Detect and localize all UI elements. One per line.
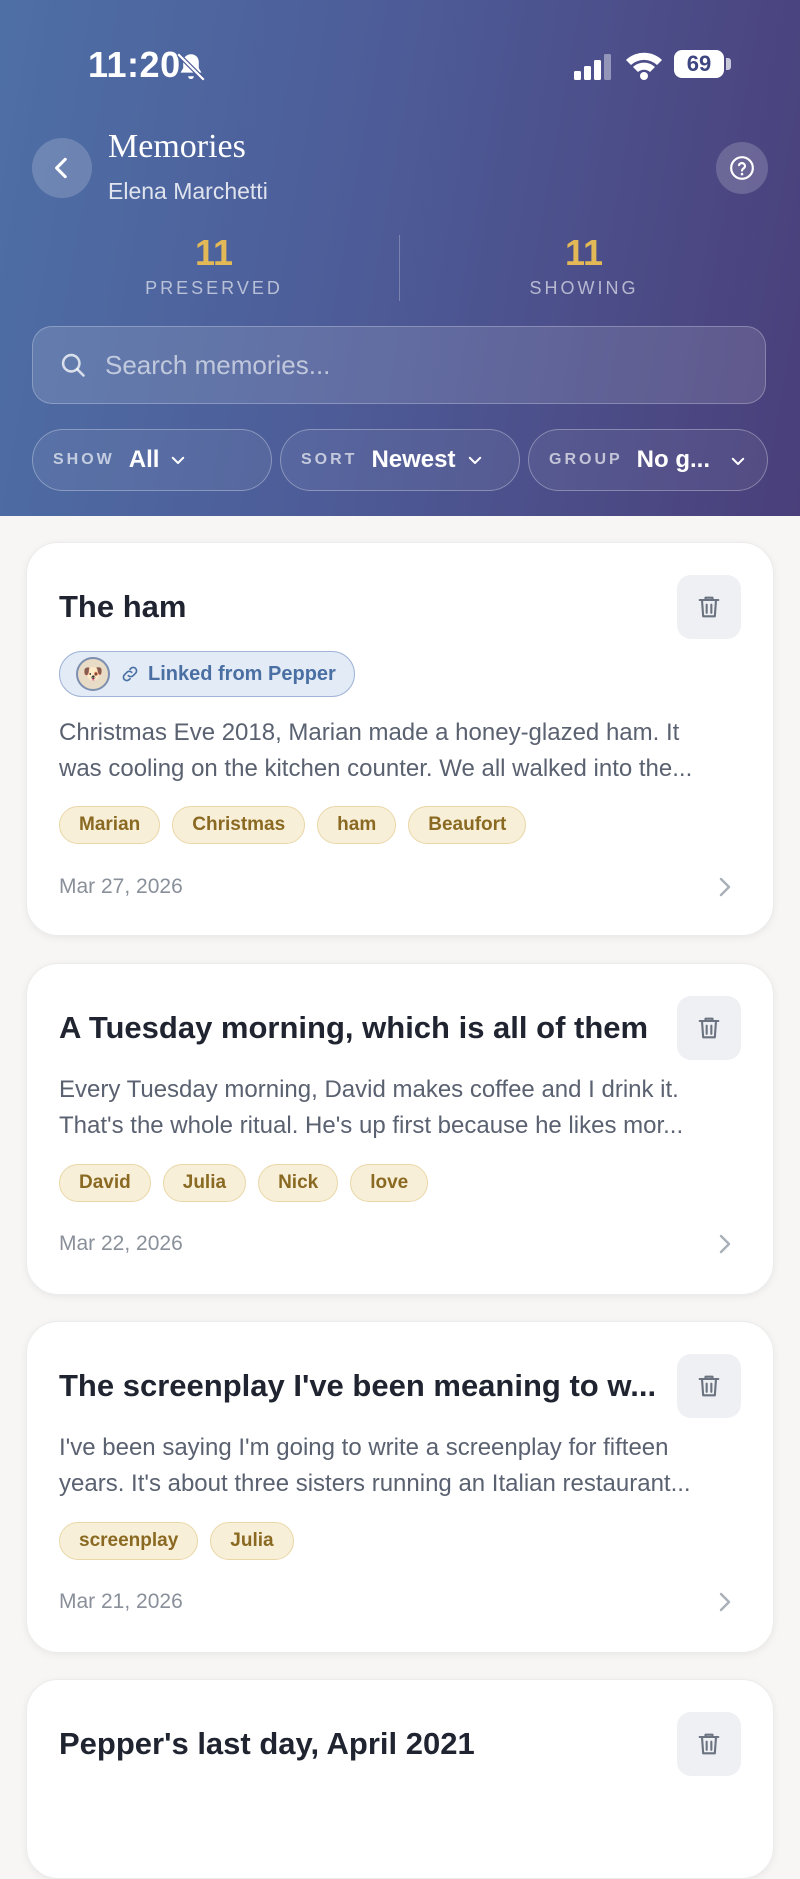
stat-preserved: 11 PRESERVED [84, 232, 344, 299]
chevron-right-icon [719, 877, 731, 897]
filter-value: No g... [636, 446, 710, 473]
memory-date: Mar 21, 2026 [59, 1590, 183, 1613]
tag[interactable]: love [350, 1164, 429, 1202]
search-input[interactable] [103, 348, 707, 382]
filter-show[interactable]: SHOW All [32, 429, 272, 491]
linked-badge[interactable]: 🐶 Linked from Pepper [59, 651, 355, 697]
status-time: 11:20 [88, 44, 181, 85]
memory-date: Mar 27, 2026 [59, 875, 183, 898]
memory-card[interactable]: A Tuesday morning, which is all of them … [26, 963, 774, 1295]
chevron-down-icon [172, 456, 185, 464]
delete-button[interactable] [677, 1354, 741, 1418]
stat-label: PRESERVED [145, 278, 283, 298]
chevron-down-icon [731, 457, 745, 465]
delete-button[interactable] [677, 1712, 741, 1776]
excerpt-line: Every Tuesday morning, David makes coffe… [59, 1076, 679, 1103]
search-bar[interactable] [32, 326, 766, 404]
excerpt-line: Christmas Eve 2018, Marian made a honey-… [59, 719, 680, 746]
delete-button[interactable] [677, 575, 741, 639]
delete-button[interactable] [677, 996, 741, 1060]
stat-showing: 11 SHOWING [454, 232, 714, 299]
tag[interactable]: Julia [210, 1522, 294, 1560]
tag-list: screenplay Julia [59, 1522, 294, 1560]
excerpt-line: That's the whole ritual. He's up first b… [59, 1112, 684, 1139]
excerpt-line: I've been saying I'm going to write a sc… [59, 1434, 669, 1461]
link-icon [122, 666, 138, 682]
stat-label: SHOWING [529, 278, 639, 298]
stat-value: 11 [194, 232, 234, 273]
tag[interactable]: screenplay [59, 1522, 199, 1560]
stat-value: 11 [564, 232, 604, 273]
signal-icon [574, 54, 611, 80]
tag[interactable]: ham [317, 806, 397, 844]
filter-label: SHOW [53, 451, 115, 468]
tag-list: David Julia Nick love [59, 1164, 429, 1202]
chevron-right-icon [719, 1592, 731, 1612]
help-icon [730, 156, 754, 180]
memory-card[interactable]: Pepper's last day, April 2021 [26, 1679, 774, 1879]
back-button[interactable] [32, 138, 92, 198]
status-bar: 11:20 69 [0, 0, 800, 130]
filter-label: SORT [301, 451, 358, 468]
memory-card[interactable]: The screenplay I've been meaning to w...… [26, 1321, 774, 1653]
tag[interactable]: Beaufort [408, 806, 527, 844]
filter-value: All [128, 446, 160, 473]
battery-indicator: 69 [674, 50, 724, 78]
tag[interactable]: Nick [258, 1164, 339, 1202]
memory-date: Mar 22, 2026 [59, 1232, 183, 1255]
tag[interactable]: Julia [162, 1164, 247, 1202]
filter-label: GROUP [549, 451, 623, 468]
chevron-down-icon [468, 456, 481, 464]
memory-title: A Tuesday morning, which is all of them [59, 1010, 649, 1045]
page-title: Memories [108, 128, 246, 165]
trash-icon [698, 1733, 720, 1755]
chevron-right-icon [719, 1234, 731, 1254]
filter-value: Newest [371, 446, 456, 473]
stat-divider [399, 235, 400, 301]
help-button[interactable] [716, 142, 768, 194]
memory-excerpt: Every Tuesday morning, David makes coffe… [59, 1072, 749, 1144]
memory-title: The ham [59, 589, 187, 624]
filter-sort[interactable]: SORT Newest [280, 429, 520, 491]
memory-excerpt: I've been saying I'm going to write a sc… [59, 1430, 749, 1502]
memory-card[interactable]: The ham 🐶 Linked from Pepper Christmas E… [26, 542, 774, 936]
trash-icon [698, 596, 720, 618]
page-subtitle: Elena Marchetti [108, 178, 268, 204]
battery-nub [726, 58, 731, 70]
excerpt-line: years. It's about three sisters running … [59, 1470, 691, 1497]
memory-title: Pepper's last day, April 2021 [59, 1726, 475, 1761]
search-icon [61, 353, 85, 377]
bell-muted-icon [176, 52, 206, 82]
tag[interactable]: David [59, 1164, 151, 1202]
tag-list: Marian Christmas ham Beaufort [59, 806, 527, 844]
pepper-avatar: 🐶 [76, 657, 110, 691]
header: 11:20 69 Memories Elena Marchetti 11 PRE… [0, 0, 800, 516]
trash-icon [698, 1017, 720, 1039]
wifi-icon [626, 52, 662, 80]
tag[interactable]: Christmas [172, 806, 306, 844]
chevron-left-icon [55, 157, 67, 179]
tag[interactable]: Marian [59, 806, 161, 844]
memory-excerpt: Christmas Eve 2018, Marian made a honey-… [59, 715, 749, 787]
excerpt-line: was cooling on the kitchen counter. We a… [59, 755, 693, 782]
memory-title: The screenplay I've been meaning to w... [59, 1368, 657, 1403]
trash-icon [698, 1375, 720, 1397]
linked-text: Linked from Pepper [148, 662, 336, 685]
filter-group[interactable]: GROUP No g... [528, 429, 768, 491]
